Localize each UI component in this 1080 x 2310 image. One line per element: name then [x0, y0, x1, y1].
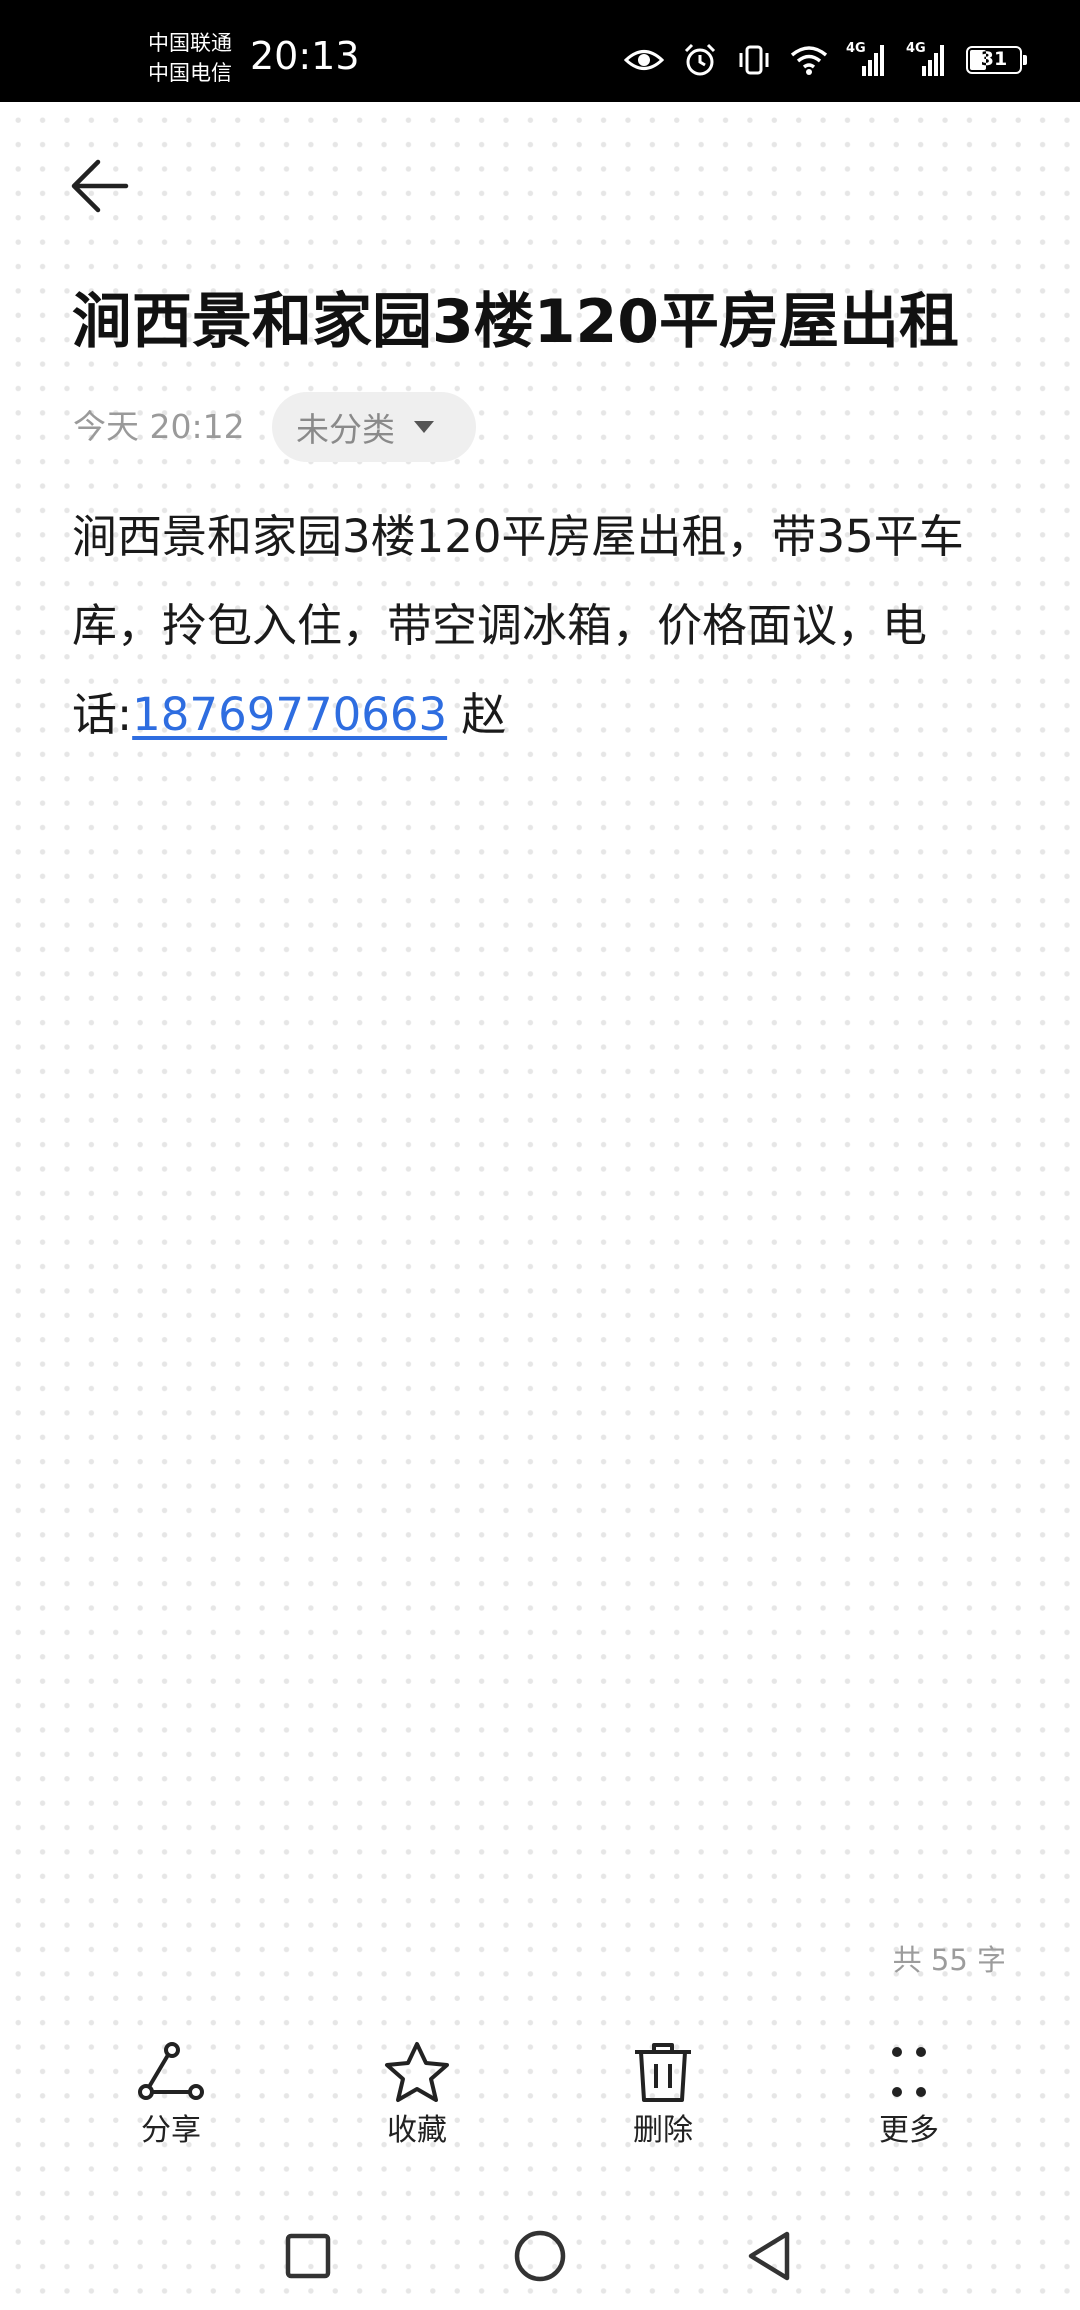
square-icon — [285, 2233, 331, 2279]
note-body[interactable]: 涧西景和家园3楼120平房屋出租，带35平车库，拎包入住，带空调冰箱，价格面议，… — [72, 492, 1022, 759]
favorite-button[interactable]: 收藏 — [337, 2040, 497, 2148]
clock: 20:13 — [250, 34, 360, 78]
triangle-left-icon — [748, 2231, 790, 2281]
carrier-2: 中国电信 — [148, 61, 232, 85]
battery-icon: 31 — [966, 46, 1027, 74]
recents-button[interactable] — [268, 2216, 348, 2296]
eye-comfort-icon — [624, 45, 664, 75]
note-title[interactable]: 涧西景和家园3楼120平房屋出租 — [72, 282, 1032, 362]
carrier-1: 中国联通 — [148, 31, 232, 55]
status-icons: 4G 4G 31 — [624, 40, 1027, 80]
share-button[interactable]: 分享 — [91, 2040, 251, 2148]
cellular-signal-icon-2: 4G — [906, 42, 948, 78]
word-count: 共 55 字 — [892, 1943, 1006, 1977]
system-navigation-bar — [0, 2200, 1080, 2310]
circle-icon — [514, 2230, 566, 2282]
nav-back-button[interactable] — [732, 2216, 812, 2296]
caret-down-icon — [414, 421, 434, 433]
arrow-left-icon — [71, 159, 129, 213]
star-icon — [385, 2042, 449, 2102]
favorite-label: 收藏 — [387, 2113, 447, 2148]
category-dropdown[interactable]: 未分类 — [272, 392, 476, 462]
note-date: 今天 20:12 — [73, 407, 245, 446]
phone-link[interactable]: 18769770663 — [132, 688, 447, 741]
home-button[interactable] — [500, 2216, 580, 2296]
back-button[interactable] — [66, 150, 146, 222]
cellular-signal-icon: 4G — [846, 42, 888, 78]
note-body-suffix: 赵 — [447, 688, 507, 741]
carrier-names: 中国联通 中国电信 — [148, 28, 232, 88]
status-bar: 中国联通 中国电信 20:13 4G 4G 31 — [0, 0, 1080, 102]
battery-level: 31 — [980, 48, 1008, 70]
more-label: 更多 — [879, 2113, 939, 2148]
wifi-icon — [790, 44, 828, 76]
bottom-toolbar: 分享 收藏 删除 更多 — [0, 2040, 1080, 2200]
four-dots-icon — [892, 2047, 926, 2097]
category-label: 未分类 — [296, 410, 395, 449]
vibrate-icon — [736, 42, 772, 78]
more-button[interactable]: 更多 — [829, 2040, 989, 2148]
delete-button[interactable]: 删除 — [583, 2040, 743, 2148]
alarm-icon — [682, 42, 718, 78]
share-icon — [138, 2042, 204, 2100]
share-label: 分享 — [141, 2113, 201, 2148]
delete-label: 删除 — [633, 2113, 693, 2148]
trash-icon — [635, 2043, 691, 2102]
